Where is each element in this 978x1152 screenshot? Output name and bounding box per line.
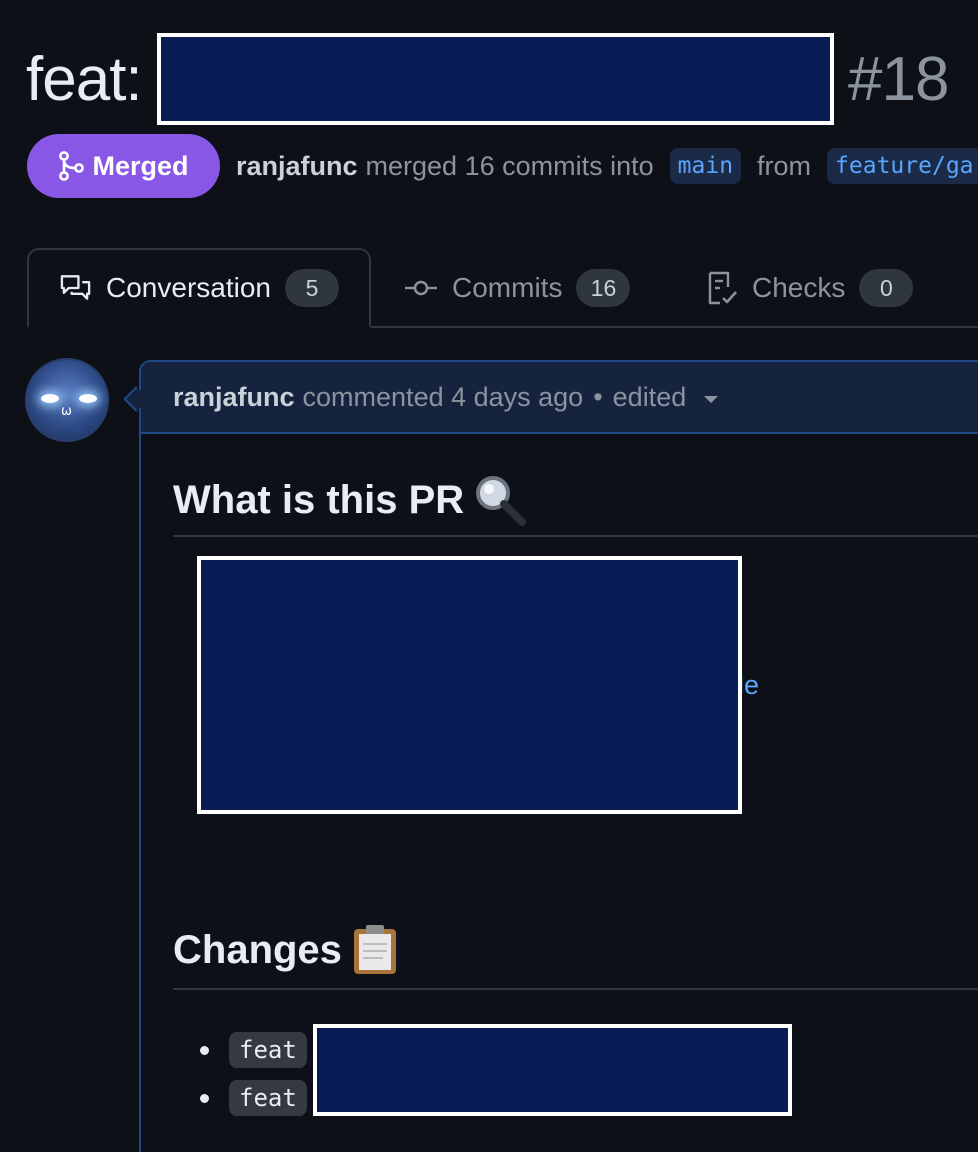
redacted-title [157,33,834,125]
section-heading-changes-text: Changes [173,928,342,972]
merged-state-badge: Merged [27,134,220,198]
pr-number: #18 [848,45,949,114]
comment-edited-label[interactable]: edited [613,382,687,413]
section-heading-what: What is this PR [173,472,528,528]
pr-title-prefix: feat: [26,45,143,114]
changes-list: feat feat [200,1026,307,1122]
redacted-change-description [313,1024,792,1116]
from-text: from [757,150,812,181]
list-item: feat [200,1074,307,1122]
avatar-left-eye [41,394,59,403]
comment-discussion-icon [60,275,91,300]
avatar-right-eye [79,394,97,403]
checklist-icon [708,271,737,305]
comment-separator: • [593,381,603,412]
list-bullet [200,1045,209,1055]
section-heading-what-text: What is this PR [173,478,465,522]
comment-timestamp[interactable]: commented 4 days ago [303,382,584,413]
comment-header: ranjafunc commented 4 days ago • edited [141,362,978,434]
edited-dropdown-caret-icon[interactable] [704,395,719,403]
merge-summary: ranjafunc merged 16 commits into main fr… [236,145,978,187]
pull-request-page: feat: #18 Merged ranjafunc merged 16 com… [0,0,978,1152]
merge-text: merged 16 commits into [365,150,654,181]
section-divider [173,988,978,990]
base-branch[interactable]: main [669,148,742,184]
change-prefix-code: feat [229,1080,307,1116]
git-commit-icon [405,280,437,296]
section-divider [173,535,978,537]
tab-commits-count: 16 [576,269,631,307]
tab-commits-label: Commits [452,272,563,303]
change-prefix-code: feat [229,1032,307,1068]
clipboard-icon [353,925,396,974]
head-branch[interactable]: feature/ga [827,148,978,184]
merged-state-label: Merged [92,150,189,181]
tab-checks[interactable]: Checks 0 [706,248,914,328]
list-bullet [200,1093,209,1103]
tab-conversation[interactable]: Conversation 5 [27,248,371,328]
author-avatar[interactable]: ω [25,358,109,442]
magnifying-glass-icon [476,476,527,526]
comment-author-link[interactable]: ranjafunc [173,382,295,413]
tab-conversation-count: 5 [285,269,339,307]
tab-checks-count: 0 [859,269,914,307]
list-item: feat [200,1026,307,1074]
redacted-description [197,556,742,814]
tab-commits[interactable]: Commits 16 [404,248,631,328]
merge-author-link[interactable]: ranjafunc [236,151,358,182]
section-heading-changes: Changes [173,924,400,976]
tab-checks-label: Checks [752,272,846,303]
avatar-mouth: ω [61,404,72,419]
tab-conversation-label: Conversation [106,272,271,303]
git-merge-icon [59,151,85,181]
